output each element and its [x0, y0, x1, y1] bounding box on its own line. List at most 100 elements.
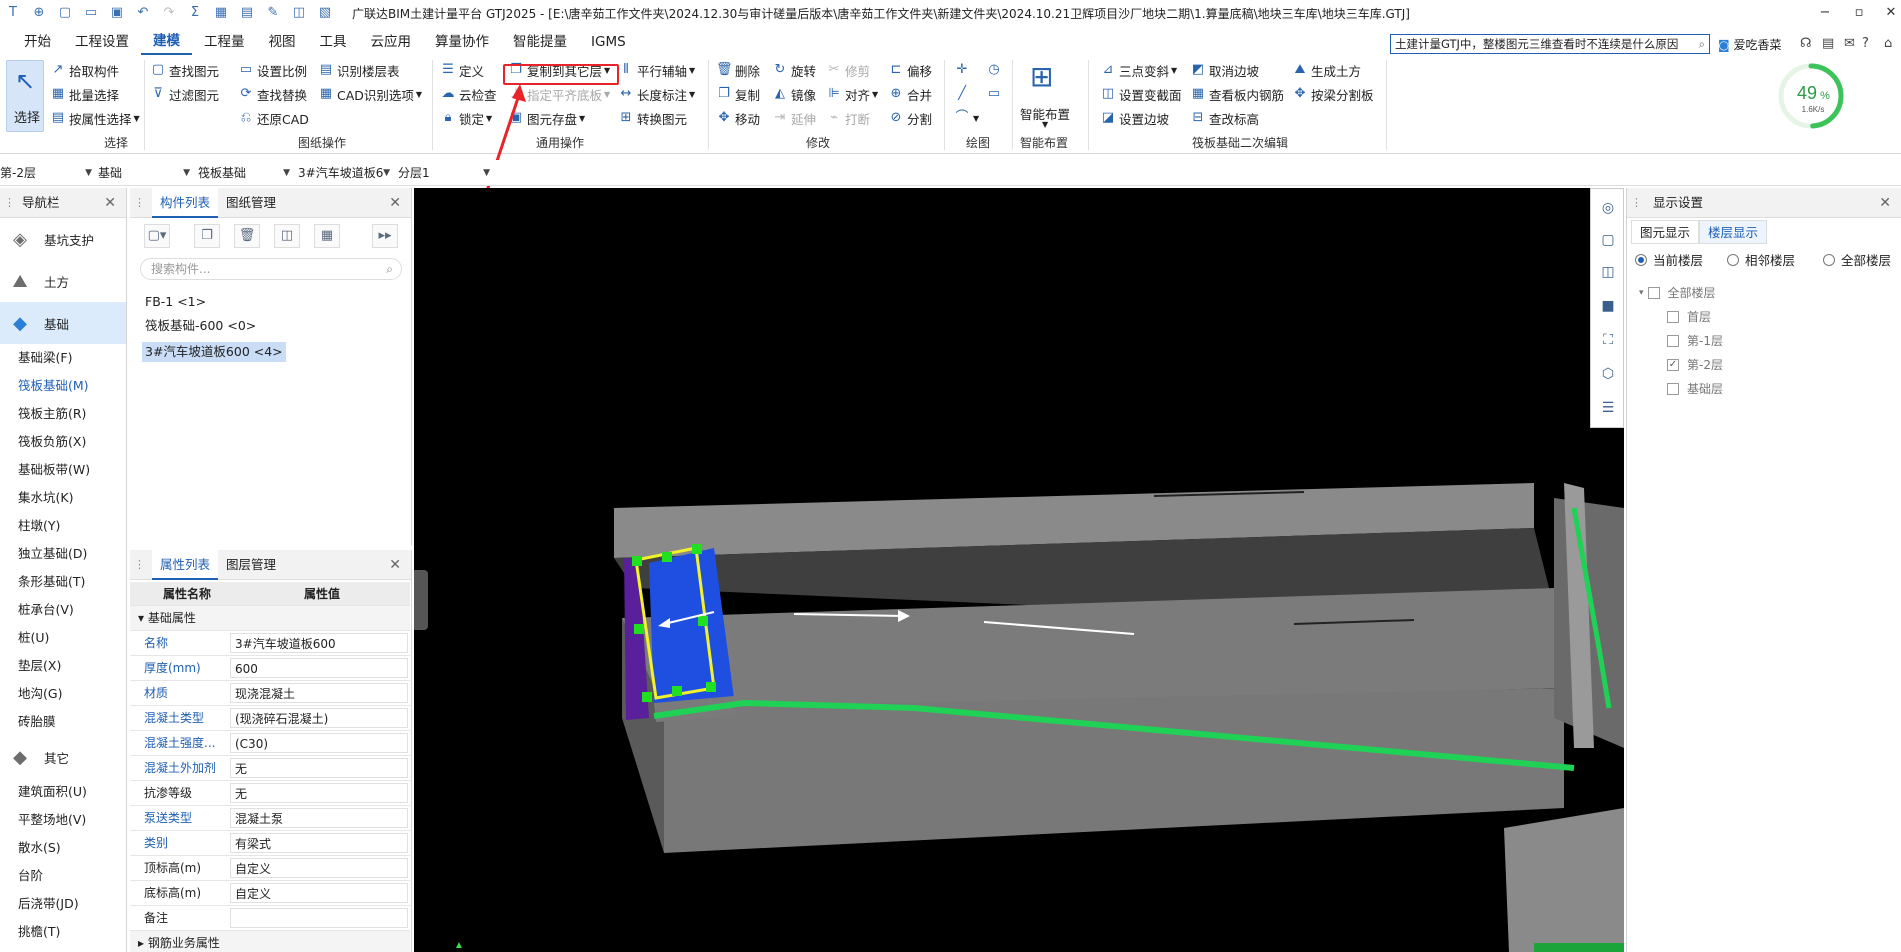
- nav-cat-earthwork[interactable]: ⛰︎ 土方: [0, 260, 126, 302]
- table-row[interactable]: 混凝土强度... (C30): [130, 731, 410, 756]
- menu-collab[interactable]: 算量协作: [423, 30, 501, 54]
- save-icon[interactable]: ▣: [109, 5, 125, 21]
- message-icon[interactable]: ✉: [1844, 36, 1855, 51]
- user-account[interactable]: ◙ 爱吃香菜: [1718, 36, 1782, 53]
- property-value-field[interactable]: 3#汽车坡道板600: [230, 633, 408, 653]
- nav-cat-pit-support[interactable]: ◈ 基坑支护: [0, 218, 126, 260]
- radio-all-floors[interactable]: 全部楼层: [1823, 250, 1891, 269]
- checkbox[interactable]: [1667, 334, 1679, 347]
- menu-view[interactable]: 视图: [257, 30, 308, 54]
- panel-icon[interactable]: ▤: [1822, 36, 1834, 51]
- list-item[interactable]: 筏板基础-600 <0>: [142, 316, 259, 336]
- view-slab-rebar-button[interactable]: ▦ 查看板内钢筋: [1190, 84, 1284, 104]
- property-value-field[interactable]: 有梁式: [230, 833, 408, 853]
- filter-element-button[interactable]: ⊽ 过滤图元: [150, 84, 219, 104]
- menu-cloud[interactable]: 云应用: [359, 30, 424, 54]
- layer-select[interactable]: 分层1 ▼: [398, 164, 490, 182]
- grip-handle[interactable]: [634, 624, 644, 634]
- cad-options-button[interactable]: ▦ CAD识别选项 ▼: [318, 84, 422, 104]
- move-button[interactable]: ✥ 移动: [716, 108, 760, 128]
- define-button[interactable]: ☰ 定义: [440, 60, 484, 80]
- property-value-field[interactable]: (现浇碎石混凝土): [230, 708, 408, 728]
- floor-select[interactable]: 第-2层 ▼: [0, 164, 92, 182]
- nav-sub-item[interactable]: 散水(S): [0, 834, 126, 862]
- cube-icon[interactable]: ⬡: [1599, 365, 1617, 383]
- property-value-field[interactable]: 无: [230, 783, 408, 803]
- extend-button[interactable]: ⇥ 延伸: [772, 108, 816, 128]
- align-button[interactable]: ⊫ 对齐 ▼: [826, 84, 878, 104]
- category-select[interactable]: 基础 ▼: [98, 164, 190, 182]
- 2d-view-icon[interactable]: ▢: [1599, 231, 1617, 249]
- pen-icon[interactable]: ✎: [265, 5, 281, 21]
- tree-floor-item[interactable]: 第-1层: [1667, 332, 1723, 349]
- nav-cat-other[interactable]: ◆ 其它: [0, 736, 126, 778]
- property-value-field[interactable]: 600: [230, 658, 408, 678]
- nav-sub-item[interactable]: 平整场地(V): [0, 806, 126, 834]
- grip-icon[interactable]: ⋮: [134, 550, 145, 580]
- search-icon[interactable]: ⌕: [386, 259, 393, 279]
- grip-icon[interactable]: ⋮: [134, 188, 145, 218]
- point-tool[interactable]: ✛: [954, 60, 973, 80]
- table-icon[interactable]: ▤: [239, 5, 255, 21]
- zoom-extents-icon[interactable]: ⛶: [1599, 331, 1617, 349]
- report-icon[interactable]: ▧: [317, 5, 333, 21]
- table-row[interactable]: 备注: [130, 906, 410, 931]
- restore-icon[interactable]: ▫: [1848, 3, 1870, 23]
- table-row[interactable]: 类别 有梁式: [130, 831, 410, 856]
- property-value-field[interactable]: 现浇混凝土: [230, 683, 408, 703]
- property-value-field[interactable]: [230, 908, 408, 928]
- more-icon[interactable]: ▸▸: [372, 224, 398, 248]
- menu-modeling[interactable]: 建模: [141, 29, 192, 55]
- grip-handle[interactable]: [672, 686, 682, 696]
- find-element-button[interactable]: ▢ 查找图元: [150, 60, 219, 80]
- nav-sub-item[interactable]: 集水坑(K): [0, 484, 126, 512]
- table-row[interactable]: 顶标高(m) 自定义: [130, 856, 410, 881]
- identify-floor-table-button[interactable]: ▤ 识别楼层表: [318, 60, 400, 80]
- nav-sub-item[interactable]: 独立基础(D): [0, 540, 126, 568]
- nav-sub-item[interactable]: 筏板基础(M): [0, 372, 126, 400]
- set-edge-slope-button[interactable]: ◪ 设置边坡: [1100, 108, 1169, 128]
- grip-handle[interactable]: [698, 616, 708, 626]
- radio-current-floor[interactable]: 当前楼层: [1635, 250, 1703, 269]
- mirror-button[interactable]: ◭ 镜像: [772, 84, 816, 104]
- close-icon[interactable]: ✕: [1880, 3, 1901, 23]
- property-section[interactable]: ▾ 基础属性: [130, 606, 410, 631]
- grip-icon[interactable]: ⋮: [4, 188, 15, 218]
- nav-sub-item[interactable]: 筏板负筋(X): [0, 428, 126, 456]
- cancel-edge-slope-button[interactable]: ◩ 取消边坡: [1190, 60, 1259, 80]
- parallel-axis-button[interactable]: ⫴ 平行辅轴 ▼: [618, 60, 695, 80]
- rotate-button[interactable]: ↻ 旋转: [772, 60, 816, 80]
- layers-icon[interactable]: ◫: [291, 5, 307, 21]
- table-row[interactable]: 名称 3#汽车坡道板600: [130, 631, 410, 656]
- copy-component-icon[interactable]: ❐: [194, 224, 220, 248]
- checkbox[interactable]: [1647, 286, 1660, 299]
- tab-element-display[interactable]: 图元显示: [1631, 220, 1700, 244]
- open-folder-icon[interactable]: ▭: [83, 5, 99, 21]
- grip-handle[interactable]: [632, 556, 642, 566]
- find-replace-button[interactable]: ⟳ 查找替换: [238, 84, 307, 104]
- help-icon[interactable]: ?: [1862, 36, 1869, 51]
- checkbox[interactable]: [1667, 310, 1679, 323]
- solid-view-icon[interactable]: ■: [1599, 297, 1617, 315]
- rotate-point-tool[interactable]: ◷: [986, 60, 1005, 80]
- close-icon[interactable]: ✕: [389, 550, 401, 580]
- menu-start[interactable]: 开始: [12, 30, 63, 54]
- copy-button[interactable]: ❐ 复制: [716, 84, 760, 104]
- nav-sub-item[interactable]: 基础梁(F): [0, 344, 126, 372]
- nav-sub-item[interactable]: 垫层(X): [0, 652, 126, 680]
- new-file-icon[interactable]: ▢: [57, 5, 73, 21]
- duplicate-icon[interactable]: ◫: [274, 224, 300, 248]
- grip-handle[interactable]: [692, 544, 702, 554]
- component-search-input[interactable]: 搜索构件... ⌕: [140, 258, 402, 280]
- table-row[interactable]: 底标高(m) 自定义: [130, 881, 410, 906]
- merge-button[interactable]: ⊕ 合并: [888, 84, 932, 104]
- split-button[interactable]: ⊘ 分割: [888, 108, 932, 128]
- list-item[interactable]: 3#汽车坡道板600 <4>: [142, 342, 286, 362]
- skin-icon[interactable]: ⌂: [1884, 36, 1892, 51]
- select-button[interactable]: ↖ 选择: [6, 60, 44, 132]
- arc-tool[interactable]: ⌒ ▼: [954, 108, 979, 128]
- checkbox[interactable]: [1667, 382, 1679, 395]
- tab-drawing-management[interactable]: 图纸管理: [218, 188, 284, 218]
- nav-sub-item[interactable]: 地沟(G): [0, 680, 126, 708]
- table-row[interactable]: 材质 现浇混凝土: [130, 681, 410, 706]
